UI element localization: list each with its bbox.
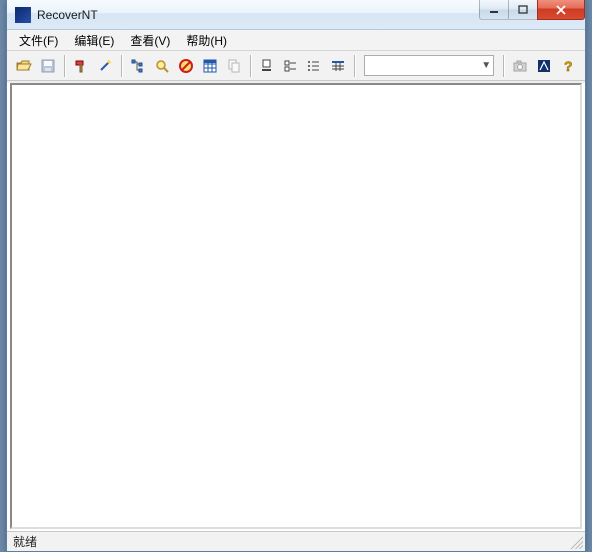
small-icons-button[interactable] <box>280 55 302 77</box>
save-icon <box>40 58 56 74</box>
minimize-button[interactable] <box>479 0 509 20</box>
menu-edit[interactable]: 编辑(E) <box>66 30 122 51</box>
maximize-icon <box>518 5 528 15</box>
content-area[interactable] <box>12 85 580 527</box>
status-text: 就绪 <box>13 533 37 550</box>
window-controls <box>480 0 585 20</box>
copy-icon <box>226 58 242 74</box>
details-button[interactable] <box>327 55 349 77</box>
drive-dropdown[interactable]: ▼ <box>364 55 494 76</box>
menu-file[interactable]: 文件(F) <box>11 30 66 51</box>
stop-button[interactable] <box>175 55 197 77</box>
menubar: 文件(F) 编辑(E) 查看(V) 帮助(H) <box>7 30 585 51</box>
minimize-icon <box>489 5 499 15</box>
save-button[interactable] <box>37 55 59 77</box>
open-button[interactable] <box>13 55 35 77</box>
app-icon <box>536 58 552 74</box>
help-icon: ? <box>560 58 576 74</box>
camera-icon <box>512 58 528 74</box>
toolbar-separator <box>64 55 65 77</box>
close-button[interactable] <box>537 0 585 20</box>
maximize-button[interactable] <box>508 0 538 20</box>
list-icon <box>306 58 322 74</box>
grid-icon <box>202 58 218 74</box>
grid-button[interactable] <box>199 55 221 77</box>
menu-view[interactable]: 查看(V) <box>122 30 178 51</box>
app-window: RecoverNT 文件(F) 编辑(E) 查看(V) 帮助(H) <box>6 0 586 552</box>
tree-button[interactable] <box>127 55 149 77</box>
toolbar-separator <box>503 55 504 77</box>
no-entry-icon <box>178 58 194 74</box>
process-button[interactable] <box>94 55 116 77</box>
window-title: RecoverNT <box>37 8 98 22</box>
svg-text:?: ? <box>564 58 573 74</box>
camera-button[interactable] <box>509 55 531 77</box>
menu-help[interactable]: 帮助(H) <box>178 30 235 51</box>
toolbar-separator <box>354 55 355 77</box>
configure-button[interactable] <box>70 55 92 77</box>
magnifier-icon <box>154 58 170 74</box>
list-button[interactable] <box>303 55 325 77</box>
large-icons-button[interactable] <box>256 55 278 77</box>
close-icon <box>555 5 567 15</box>
chevron-down-icon: ▼ <box>481 60 491 71</box>
details-icon <box>330 58 346 74</box>
wand-icon <box>97 58 113 74</box>
folder-open-icon <box>16 58 32 74</box>
find-button[interactable] <box>151 55 173 77</box>
resize-grip-icon[interactable] <box>569 535 583 549</box>
help-button[interactable]: ? <box>557 55 579 77</box>
app-button[interactable] <box>533 55 555 77</box>
titlebar[interactable]: RecoverNT <box>7 0 585 30</box>
statusbar: 就绪 <box>7 531 585 551</box>
small-icons-icon <box>283 58 299 74</box>
copy-button[interactable] <box>223 55 245 77</box>
tree-icon <box>130 58 146 74</box>
toolbar-separator <box>121 55 122 77</box>
large-icons-icon <box>259 58 275 74</box>
app-icon <box>15 7 31 23</box>
hammer-icon <box>73 58 89 74</box>
content-frame <box>10 83 582 529</box>
toolbar-separator <box>250 55 251 77</box>
toolbar: ▼ ? <box>7 51 585 81</box>
